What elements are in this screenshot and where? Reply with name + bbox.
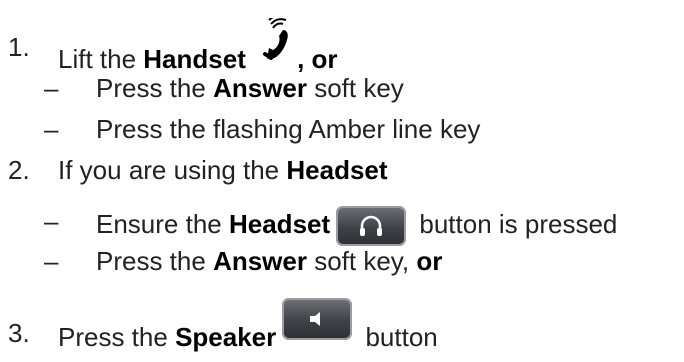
step-bold: Handset [143,43,246,74]
dash: – [44,73,59,103]
step-number: 2. [8,155,30,185]
step-text: Lift the [58,43,144,74]
step-number: 3. [8,318,30,348]
speaker-icon [310,312,321,326]
step-number: 1. [8,32,30,62]
speaker-button [282,298,353,340]
dash: – [44,114,59,144]
headset-button [336,206,407,246]
dash: – [44,246,59,276]
handset-ringing-icon [259,14,293,76]
dash: – [44,206,59,236]
step-post: , or [297,43,338,74]
headset-icon [360,215,383,236]
